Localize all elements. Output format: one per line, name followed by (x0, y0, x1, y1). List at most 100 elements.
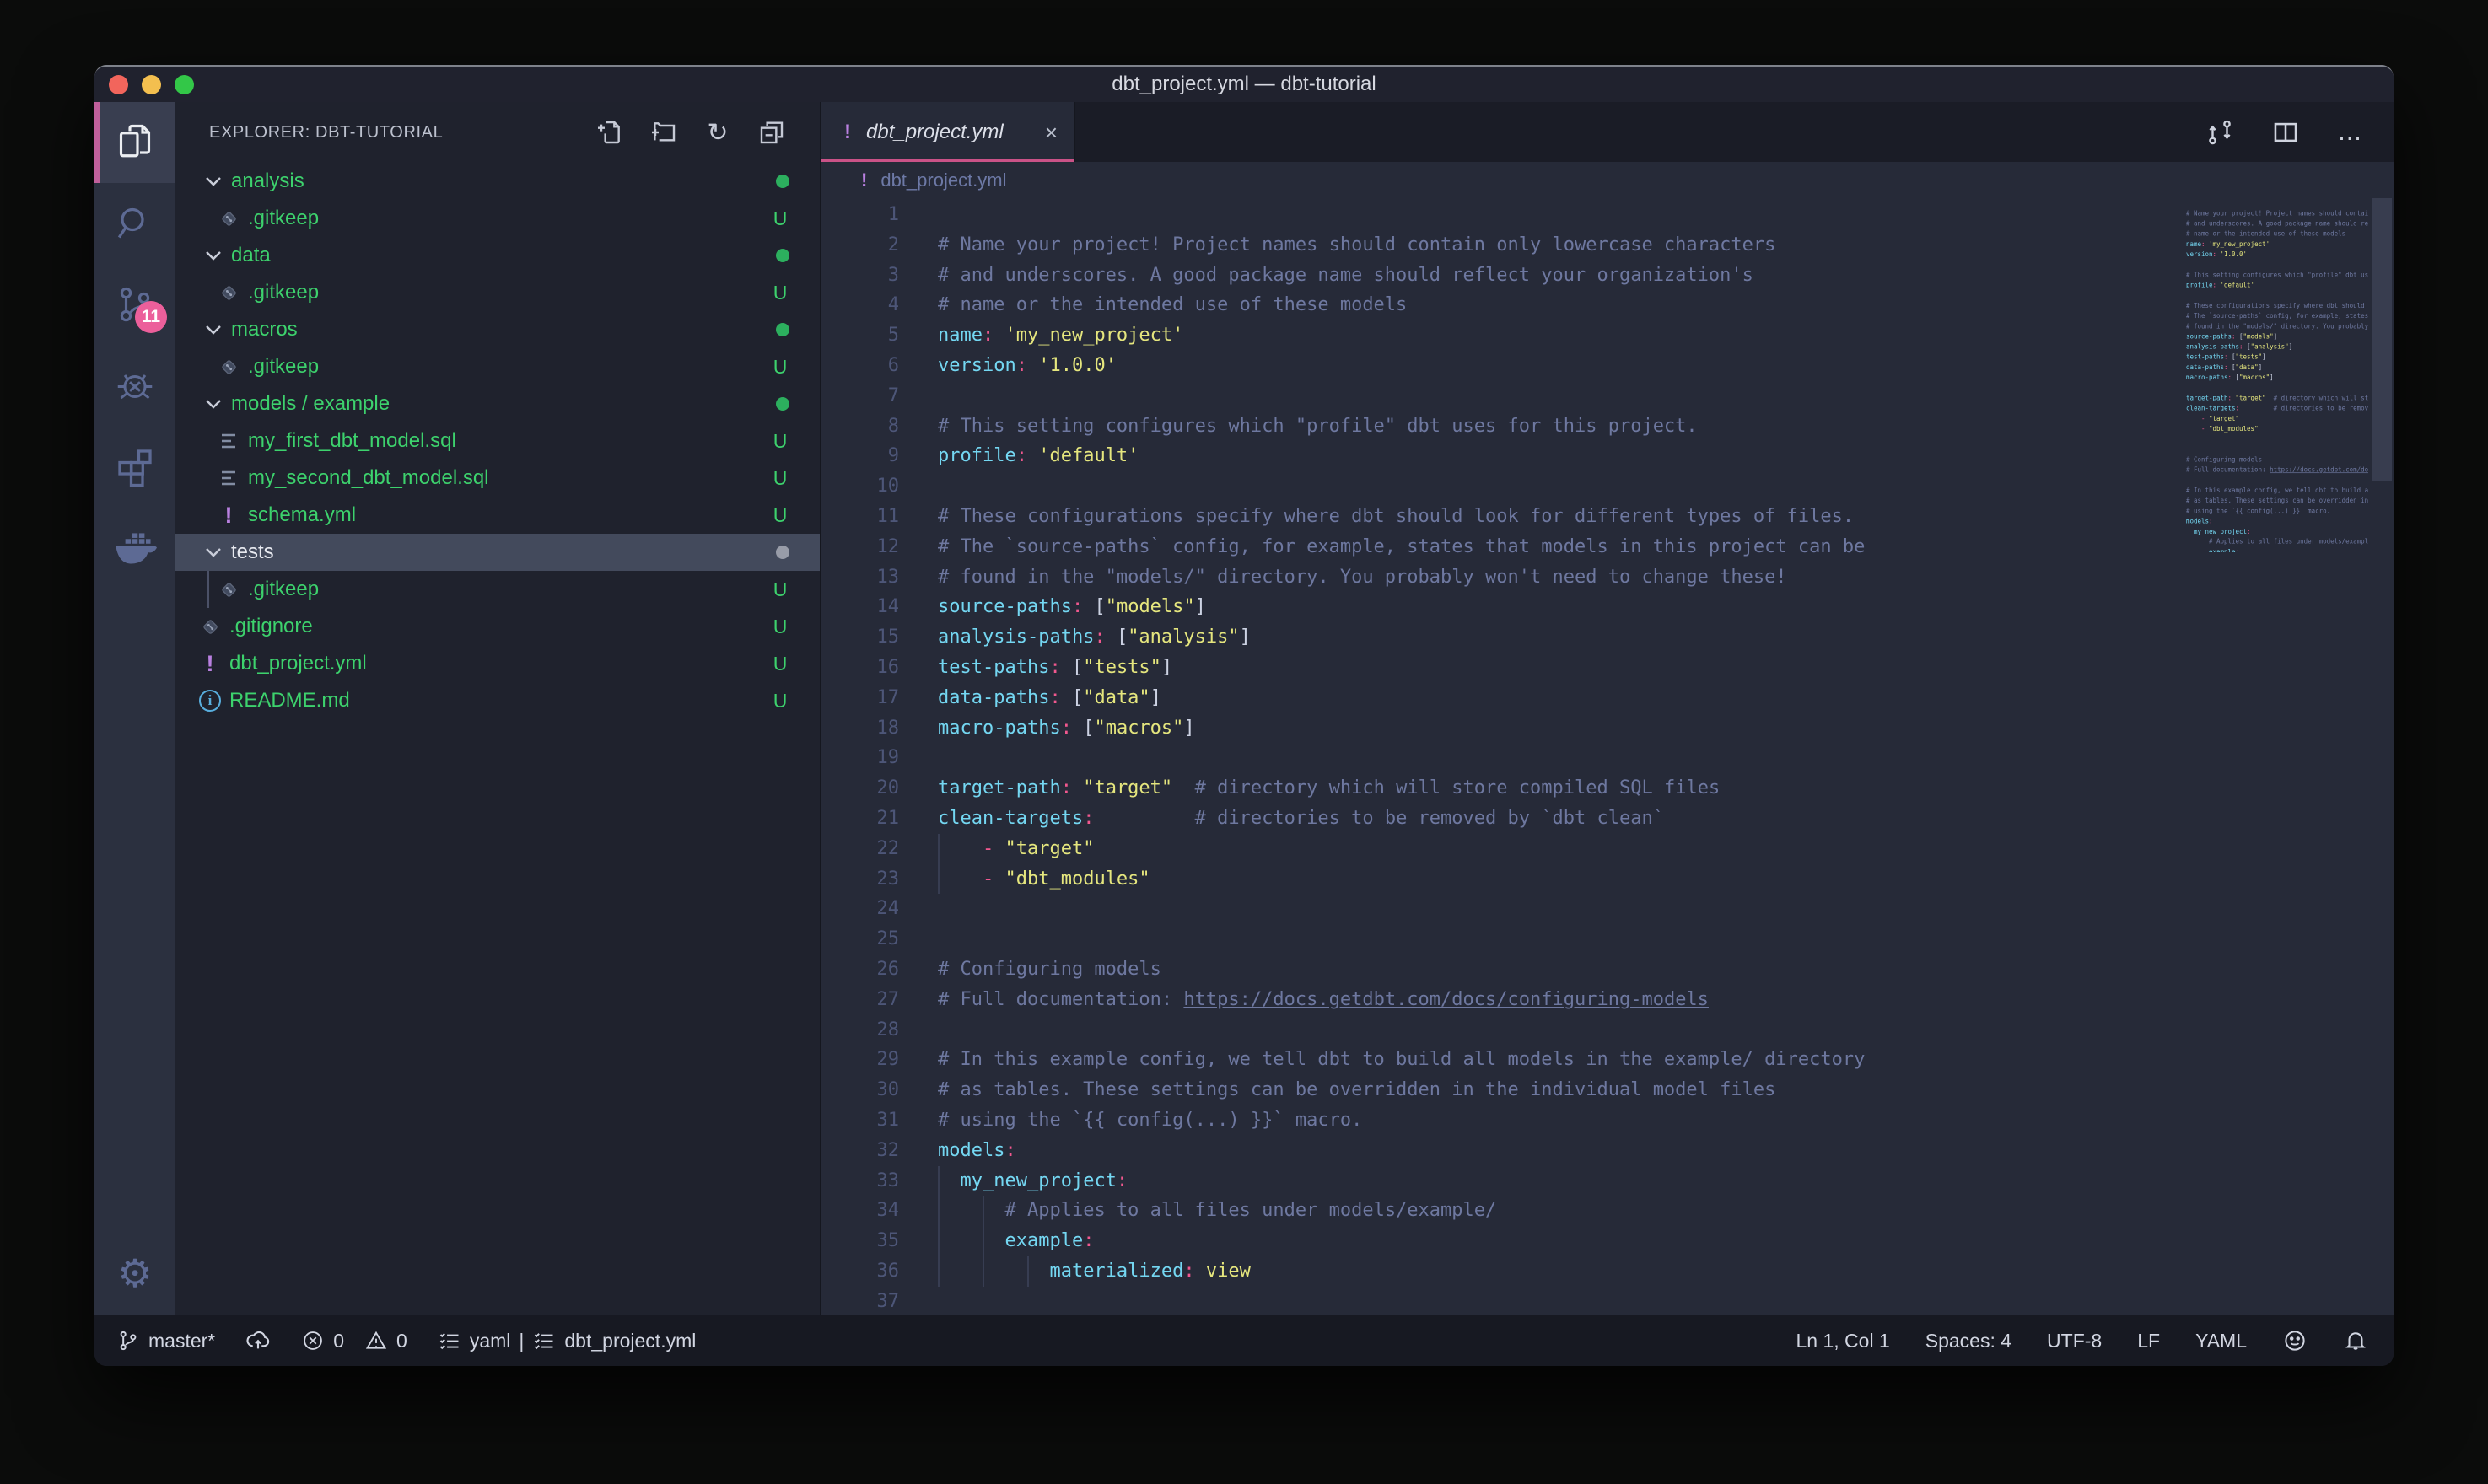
code-line: 30# as tables. These settings can be ove… (821, 1075, 2174, 1105)
activitybar-docker[interactable] (94, 507, 175, 588)
activitybar-explorer[interactable] (94, 102, 175, 183)
feedback-smiley-icon[interactable] (2282, 1328, 2308, 1353)
tree-item-my-second-dbt-model-sql[interactable]: my_second_dbt_model.sqlU (175, 460, 820, 497)
tree-item-tests[interactable]: tests (175, 534, 820, 571)
minimap-line: models: (2186, 516, 2368, 526)
tree-item-macros[interactable]: macros (175, 311, 820, 348)
line-number: 32 (821, 1136, 938, 1166)
code-line: 33 my_new_project: (821, 1166, 2174, 1196)
search-icon (115, 203, 155, 244)
sql-file-icon (216, 465, 241, 491)
problems-status[interactable]: 0 0 (301, 1329, 407, 1352)
tab-dbt-project-yml[interactable]: ! dbt_project.yml × (821, 102, 1075, 162)
minimap-line: example: (2186, 547, 2368, 552)
language-mode[interactable]: YAML (2195, 1330, 2247, 1352)
line-number: 7 (821, 381, 938, 411)
file-label: .gitkeep (248, 578, 319, 601)
files-icon (115, 122, 155, 163)
git-branch-status[interactable]: master* (116, 1329, 215, 1352)
minimap-line: version: '1.0.0' (2186, 250, 2368, 260)
folder-label: analysis (231, 169, 304, 193)
minimap-line: # In this example config, we tell dbt to… (2186, 486, 2368, 496)
tree-item--gitkeep[interactable]: .gitkeepU (175, 200, 820, 237)
tree-item-dbt-project-yml[interactable]: !dbt_project.ymlU (175, 645, 820, 682)
dbt-language-status[interactable]: yaml | dbt_project.yml (438, 1329, 697, 1352)
activitybar-source-control[interactable]: 11 (94, 264, 175, 345)
line-number: 15 (821, 622, 938, 653)
code-line: 2# Name your project! Project names shou… (821, 230, 2174, 261)
code-line: 14source-paths: ["models"] (821, 592, 2174, 622)
activitybar-debug[interactable] (94, 345, 175, 426)
line-number: 5 (821, 320, 938, 351)
code-line: 25 (821, 924, 2174, 954)
line-number: 22 (821, 834, 938, 864)
git-untracked-badge: U (767, 430, 793, 453)
code-line: 5name: 'my_new_project' (821, 320, 2174, 351)
git-untracked-badge: U (767, 282, 793, 304)
activity-bar: 11 (94, 102, 175, 1315)
tree-item-readme-md[interactable]: iREADME.mdU (175, 682, 820, 719)
line-number: 37 (821, 1287, 938, 1315)
tree-item-analysis[interactable]: analysis (175, 163, 820, 200)
activitybar-search[interactable] (94, 183, 175, 264)
tab-bar: ! dbt_project.yml × (821, 102, 2394, 162)
file-label: my_first_dbt_model.sql (248, 429, 456, 453)
minimap-line (2186, 383, 2368, 393)
breadcrumb[interactable]: ! dbt_project.yml (821, 162, 2394, 198)
activitybar-settings[interactable]: ⚙ (94, 1231, 175, 1315)
warnings-icon (364, 1329, 388, 1352)
line-number: 31 (821, 1105, 938, 1136)
line-number: 13 (821, 562, 938, 593)
editor-scrollbar-thumb[interactable] (2372, 198, 2392, 481)
tree-item--gitkeep[interactable]: .gitkeep U (175, 274, 820, 311)
folder-label: data (231, 244, 271, 267)
line-number: 36 (821, 1256, 938, 1287)
editor-actions: … (2205, 102, 2394, 162)
collapse-folders-icon[interactable] (757, 118, 786, 147)
code-area[interactable]: 12 # Name your project! Project names sho… (821, 198, 2394, 1315)
sync-publish-icon[interactable] (245, 1328, 271, 1353)
tree-item-my-first-dbt-model-sql[interactable]: my_first_dbt_model.sql U (175, 422, 820, 460)
cursor-position[interactable]: Ln 1, Col 1 (1796, 1330, 1890, 1352)
activitybar-extensions[interactable] (94, 426, 175, 507)
line-number: 12 (821, 532, 938, 562)
tree-item-data[interactable]: data (175, 237, 820, 274)
file-label: .gitkeep (248, 281, 319, 304)
indent-guide (983, 1256, 984, 1287)
warnings-count: 0 (396, 1330, 407, 1352)
line-number: 4 (821, 290, 938, 320)
encoding-setting[interactable]: UTF-8 (2047, 1330, 2102, 1352)
indent-guide (938, 834, 940, 864)
refresh-icon[interactable]: ↻ (703, 118, 732, 147)
tree-item-schema-yml[interactable]: !schema.ymlU (175, 497, 820, 534)
more-actions-icon[interactable]: … (2337, 118, 2365, 147)
eol-setting[interactable]: LF (2137, 1330, 2160, 1352)
tree-item--gitkeep[interactable]: .gitkeepU (175, 571, 820, 608)
tree-item-models-example[interactable]: models / example (175, 385, 820, 422)
minimap[interactable]: # Name your project! Project names shoul… (2186, 198, 2368, 552)
open-changes-icon[interactable] (2205, 118, 2234, 147)
line-number: 27 (821, 985, 938, 1015)
minimap-line: target-path: "target" # directory which … (2186, 393, 2368, 403)
line-number: 14 (821, 592, 938, 622)
minimap-line: my_new_project: (2186, 526, 2368, 536)
notifications-bell-icon[interactable] (2343, 1328, 2368, 1353)
line-number: 28 (821, 1015, 938, 1046)
code-line: 10 (821, 471, 2174, 502)
tree-item--gitignore[interactable]: .gitignoreU (175, 608, 820, 645)
folder-label: macros (231, 318, 298, 341)
code-line: 32models: (821, 1136, 2174, 1166)
code-line: 18macro-paths: ["macros"] (821, 713, 2174, 744)
new-file-icon[interactable] (595, 118, 624, 147)
code-line: 11# These configurations specify where d… (821, 502, 2174, 532)
code-line: 19 (821, 743, 2174, 773)
split-editor-icon[interactable] (2271, 118, 2300, 147)
tab-close-icon[interactable]: × (1045, 121, 1058, 143)
line-number: 18 (821, 713, 938, 744)
line-number: 30 (821, 1075, 938, 1105)
chevron-down-icon (204, 175, 223, 187)
new-folder-icon[interactable] (649, 118, 678, 147)
code-line: 36 materialized: view (821, 1256, 2174, 1287)
tree-item--gitkeep[interactable]: .gitkeepU (175, 348, 820, 385)
indentation-setting[interactable]: Spaces: 4 (1925, 1330, 2011, 1352)
